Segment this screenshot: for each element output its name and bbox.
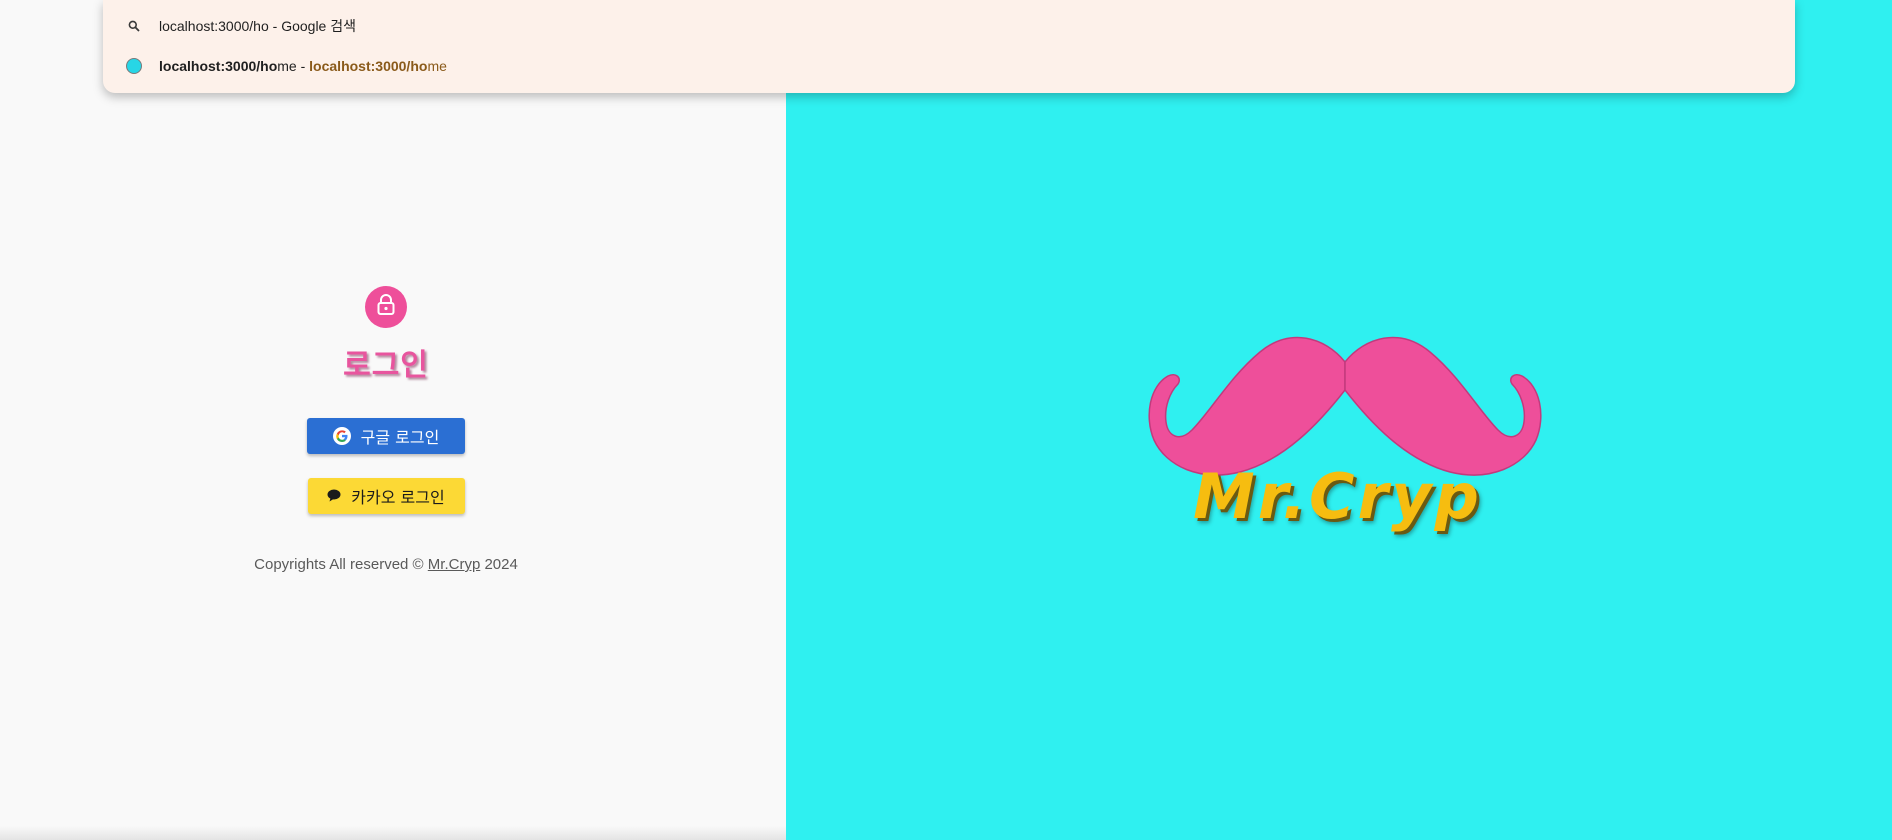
suggestion-search[interactable]: localhost:3000/ho - Google 검색 (103, 6, 1795, 46)
suggestion-url-rest: me (277, 58, 297, 74)
suggestion-url-text: localhost:3000/home - localhost:3000/hom… (159, 58, 447, 74)
login-card: 로그인 구글 로그인 카카오 로그인 Copyrights All reserv… (0, 286, 772, 573)
login-title: 로그인 (343, 348, 429, 383)
kakao-login-button[interactable]: 카카오 로그인 (307, 478, 465, 514)
suggestion-title-bold: localhost:3000/ho (309, 58, 428, 74)
google-login-label: 구글 로그인 (360, 428, 440, 447)
suggestion-url-bold: localhost:3000/ho (159, 58, 278, 74)
suggestion-separator: - (296, 58, 310, 74)
lock-avatar (365, 286, 407, 328)
suggestion-search-text: localhost:3000/ho - Google 검색 (159, 18, 356, 34)
bottom-shade (0, 826, 786, 840)
copyright-link[interactable]: Mr.Cryp (428, 556, 481, 573)
chat-bubble-icon (327, 487, 341, 506)
omnibox-dropdown: localhost:3000/ho - Google 검색 localhost:… (103, 0, 1795, 93)
login-pane: 로그인 구글 로그인 카카오 로그인 Copyrights All reserv… (0, 0, 786, 840)
copyright-year: 2024 (484, 556, 518, 573)
suggestion-url[interactable]: localhost:3000/home - localhost:3000/hom… (103, 46, 1795, 86)
site-favicon-icon (125, 57, 143, 75)
suggestion-title-rest: me (427, 58, 447, 74)
google-icon (332, 427, 351, 445)
lock-icon (376, 294, 396, 320)
kakao-login-label: 카카오 로그인 (351, 488, 445, 507)
copyright-prefix: Copyrights All reserved © (254, 556, 424, 573)
copyright-text: Copyrights All reserved © Mr.Cryp 2024 (254, 556, 518, 573)
google-login-button[interactable]: 구글 로그인 (307, 418, 465, 454)
brand-name: Mr.Cryp (1193, 460, 1482, 533)
search-icon (125, 17, 143, 35)
